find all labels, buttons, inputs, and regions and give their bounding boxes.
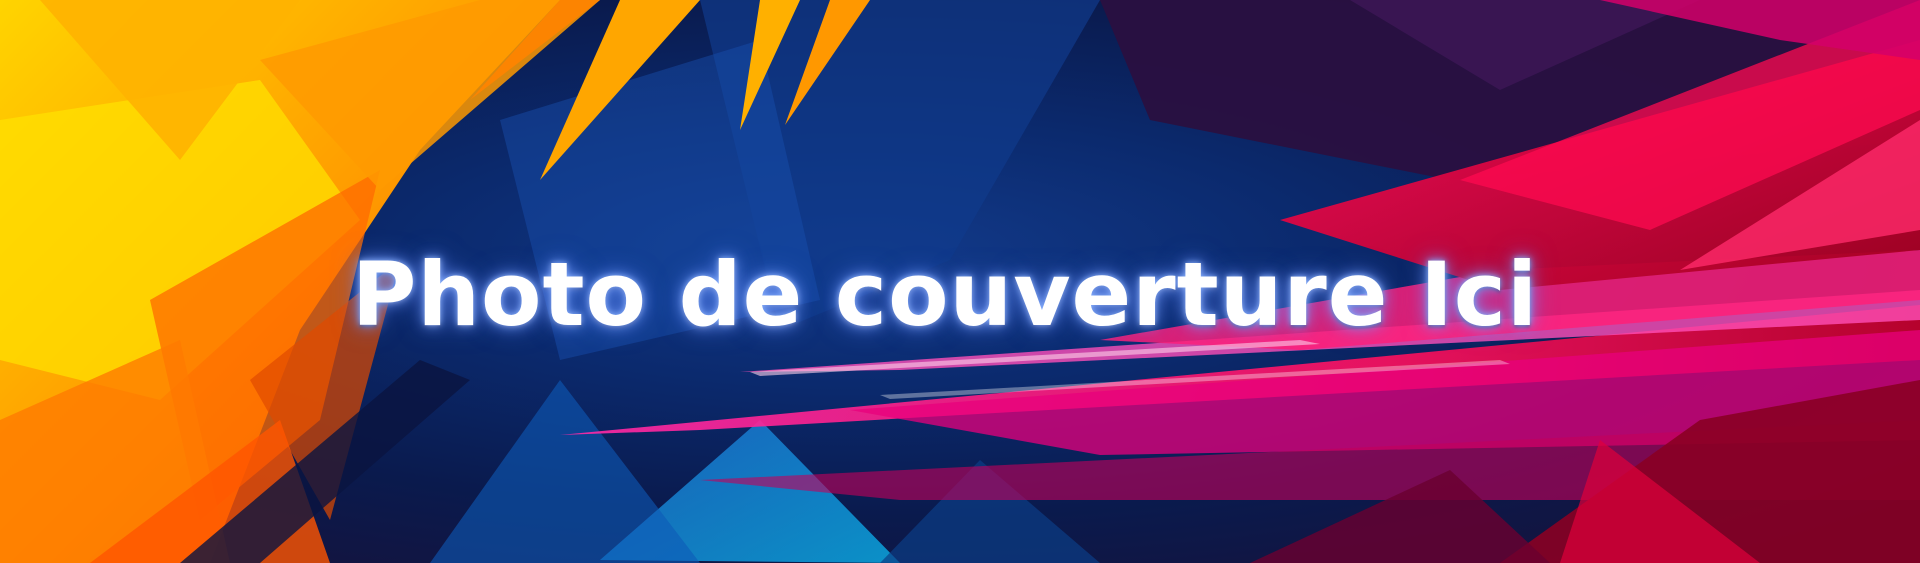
cover-title: Photo de couverture Ici: [351, 243, 1539, 346]
cover-photo-banner: Photo de couverture Ici: [0, 0, 1920, 563]
